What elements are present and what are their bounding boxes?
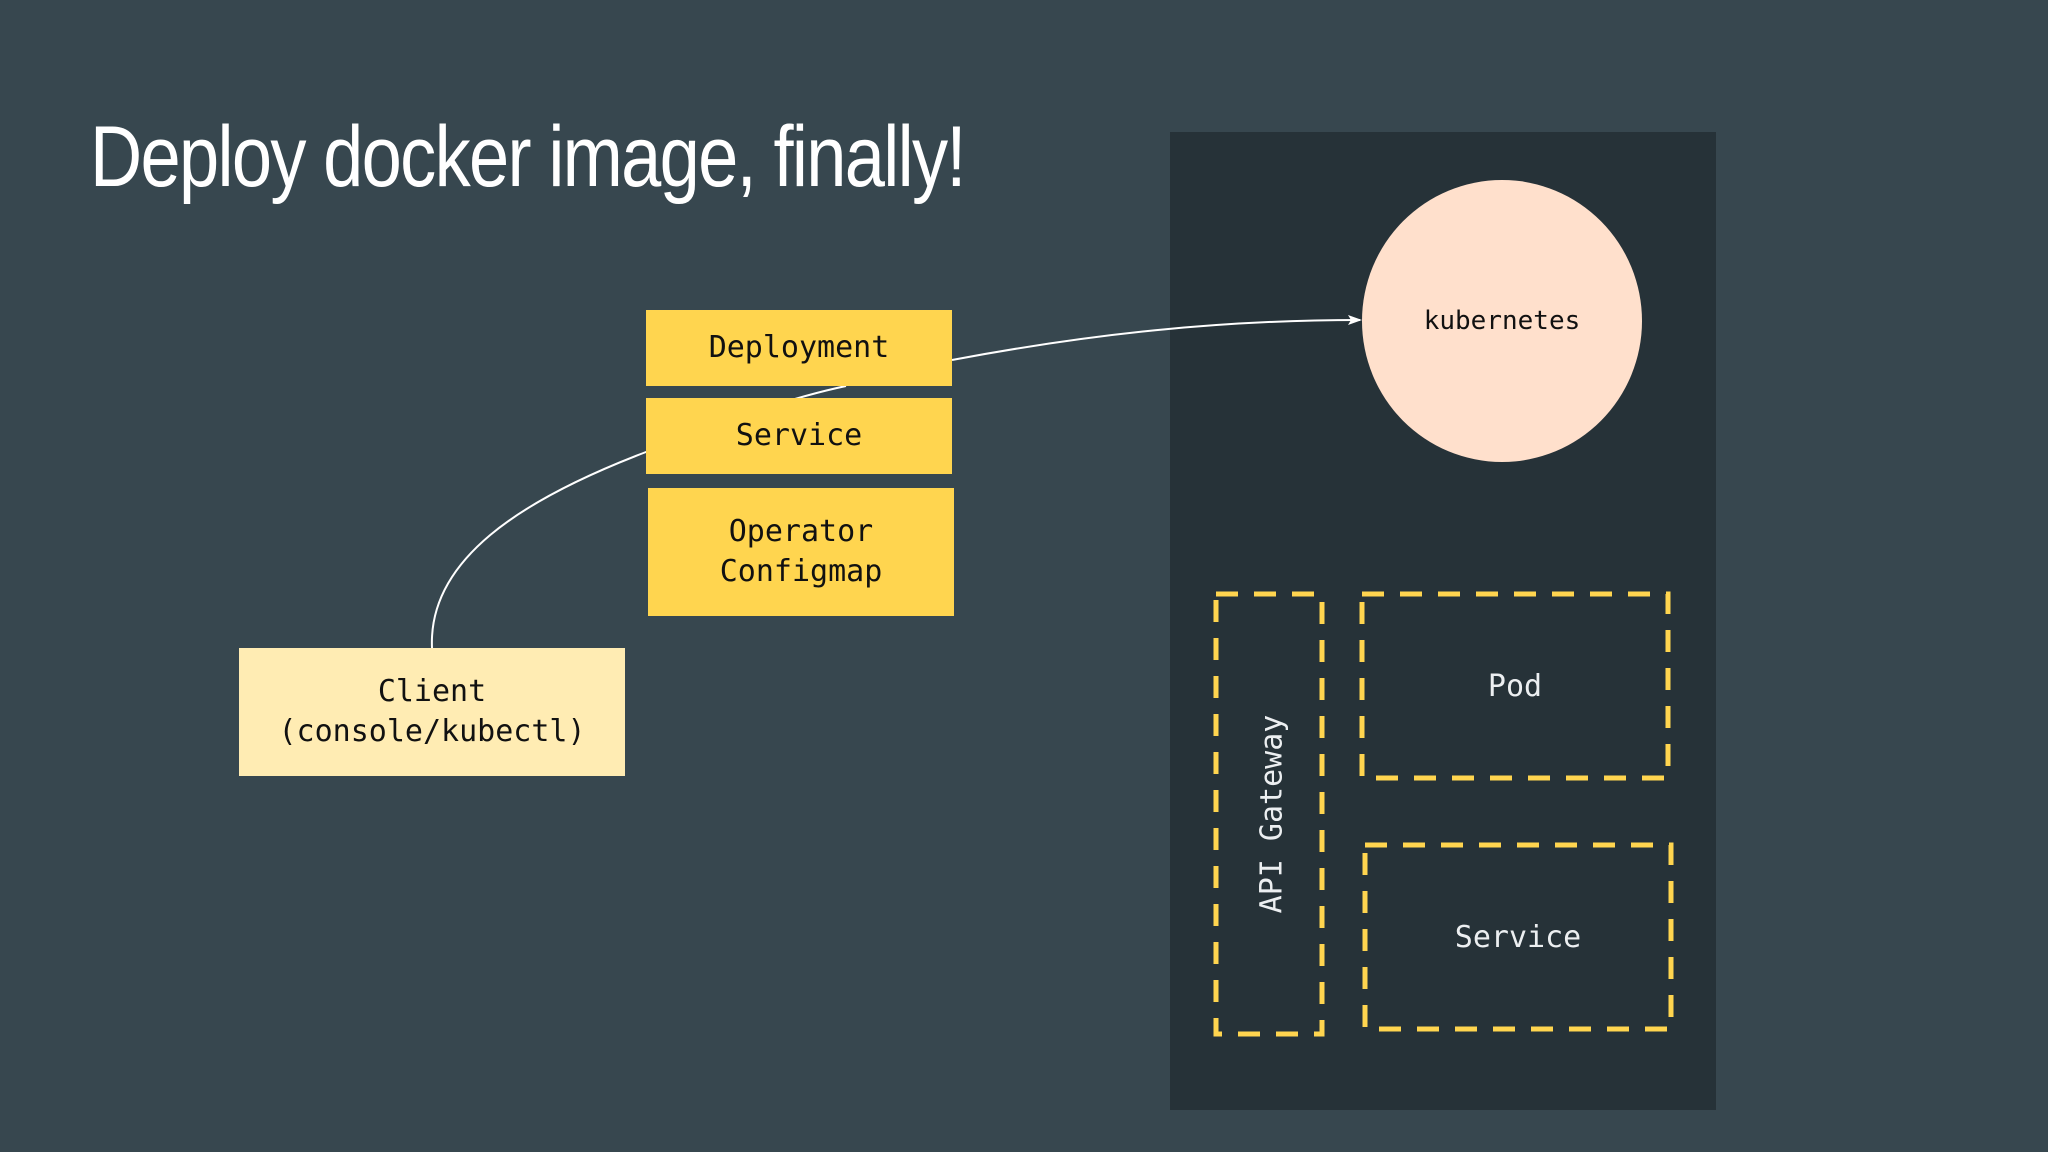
deployment-box: Deployment [646,310,952,386]
client-sublabel: (console/kubectl) [278,714,586,749]
api-gateway-label: API Gateway [1254,714,1290,914]
operator-label: Operator [728,514,874,549]
service-box: Service [646,398,952,474]
operator-configmap-box: Operator Configmap [648,488,954,616]
client-label: Client [377,674,487,709]
deployment-to-kubernetes-arrow [951,315,1362,361]
pod-label: Pod [1487,668,1543,704]
cluster-service-label: Service [1454,919,1582,955]
service-label: Service [735,418,863,453]
cluster-service-label-area: Service [1365,845,1671,1029]
configmap-label: Configmap [719,554,883,589]
kubernetes-node: kubernetes [1362,180,1642,462]
pod-label-area: Pod [1362,594,1668,778]
kubernetes-label: kubernetes [1423,306,1581,336]
connector-layer [430,315,1674,1037]
client-box: Client (console/kubectl) [239,648,625,776]
deployment-label: Deployment [708,330,890,365]
